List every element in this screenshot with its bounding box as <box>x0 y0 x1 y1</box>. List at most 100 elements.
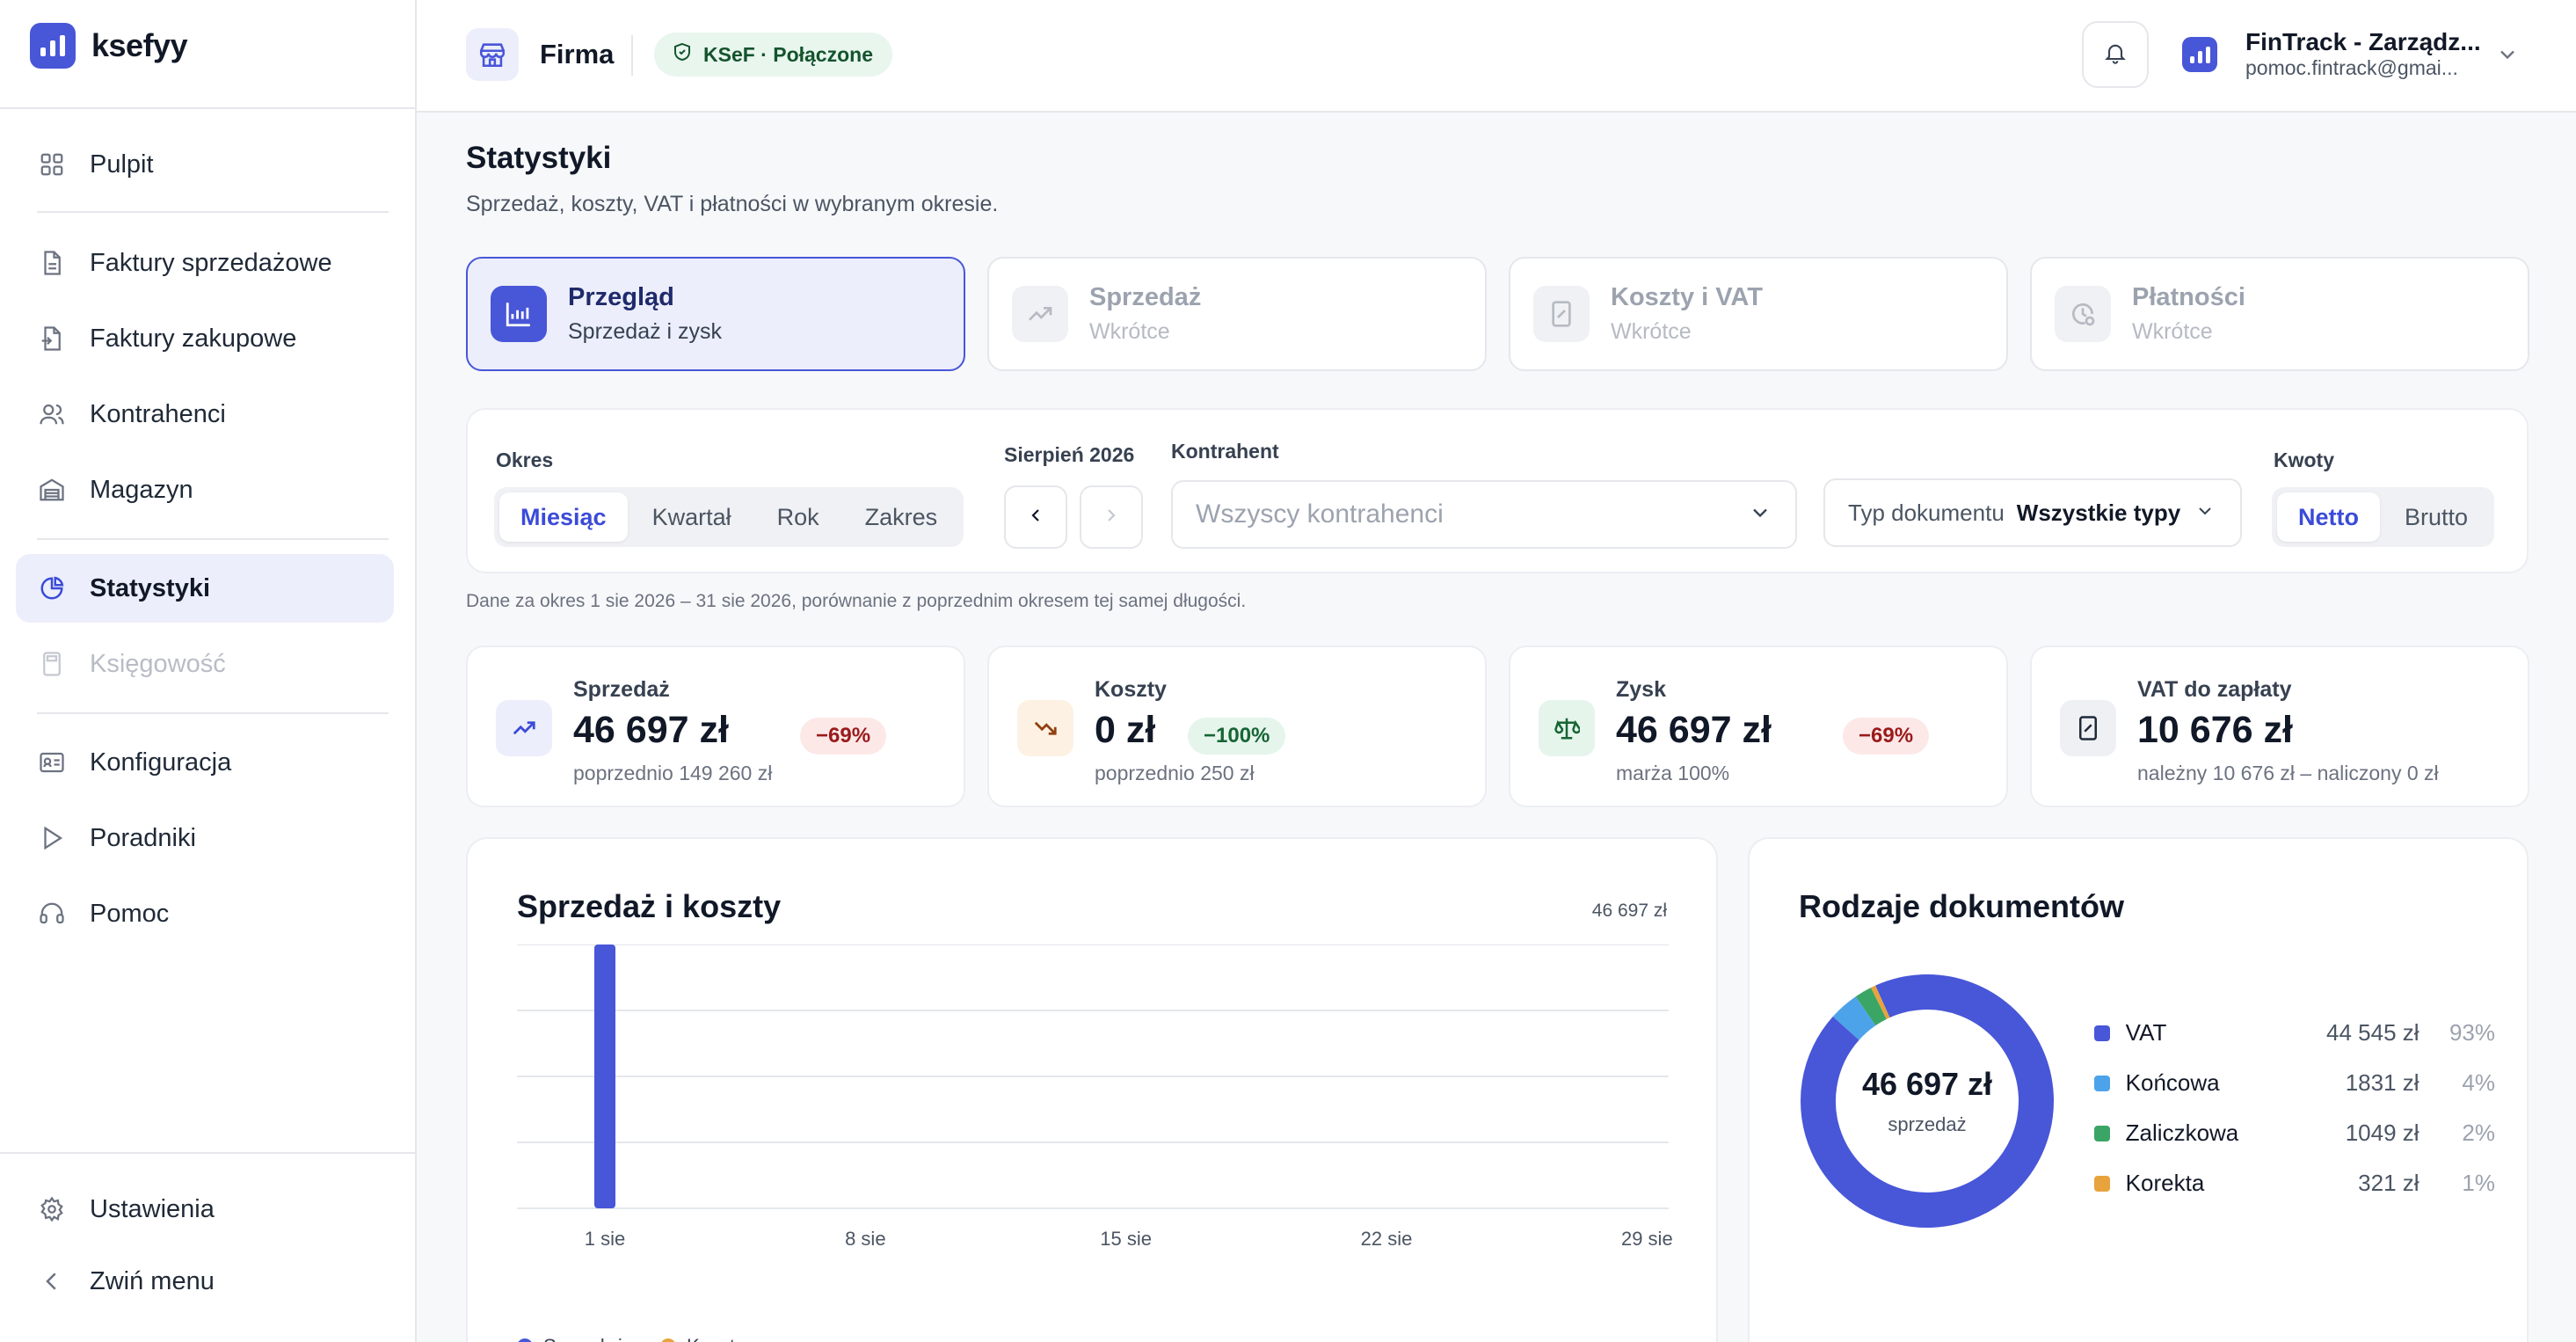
contractor-select-value: Wszyscy kontrahenci <box>1196 500 1444 529</box>
chevron-down-icon <box>2194 500 2216 526</box>
play-icon <box>37 823 67 853</box>
nav-divider <box>37 538 389 540</box>
doc-type-name: VAT <box>2125 1019 2167 1046</box>
org-logo-icon[interactable] <box>2182 37 2217 72</box>
sidebar-item-ksiegowosc: Księgowość <box>16 630 394 698</box>
list-item: VAT 44 545 zł 93% <box>2094 1008 2495 1058</box>
sidebar-item-pomoc[interactable]: Pomoc <box>16 879 394 948</box>
tab-label: Sprzedaż <box>1089 283 1202 311</box>
period-option-kwartal[interactable]: Kwartał <box>631 492 753 542</box>
x-tick-label: 22 sie <box>1361 1228 1413 1250</box>
sidebar-item-poradniki[interactable]: Poradniki <box>16 804 394 872</box>
sidebar-divider <box>0 107 415 109</box>
chevron-left-icon <box>1025 505 1046 530</box>
sidebar-item-label: Poradniki <box>90 823 196 852</box>
tab-platnosci[interactable]: Płatności Wkrótce <box>2030 257 2529 371</box>
contractor-select[interactable]: Wszyscy kontrahenci <box>1171 480 1797 549</box>
sidebar-item-label: Pulpit <box>90 150 154 179</box>
sidebar-item-kontrahenci[interactable]: Kontrahenci <box>16 380 394 449</box>
store-icon[interactable] <box>466 28 519 81</box>
donut-center-value: 46 697 zł <box>1861 1066 1993 1102</box>
doc-type-value: 1049 zł <box>2345 1120 2420 1146</box>
sidebar-divider <box>0 1152 415 1154</box>
sidebar-item-magazyn[interactable]: Magazyn <box>16 456 394 524</box>
document-type-select[interactable]: Typ dokumentu Wszystkie typy <box>1823 478 2242 547</box>
sidebar-item-konfiguracja[interactable]: Konfiguracja <box>16 728 394 797</box>
tab-sublabel: Wkrótce <box>1611 319 1692 344</box>
x-tick-label: 15 sie <box>1100 1228 1152 1250</box>
receipt-percent-icon <box>1533 286 1590 342</box>
app-name: ksefyy <box>91 27 188 63</box>
kpi-card-vat: VAT do zapłaty 10 676 zł należny 10 676 … <box>2030 645 2529 807</box>
sidebar-item-pulpit[interactable]: Pulpit <box>16 130 394 199</box>
sales-costs-bar-chart: 1 sie 8 sie 15 sie 22 sie 29 sie <box>517 945 1673 1250</box>
kpi-card-zysk: Zysk 46 697 zł −69% marża 100% <box>1509 645 2008 807</box>
legend-item-sales: Sprzedaż <box>517 1335 625 1342</box>
id-card-icon <box>37 748 67 777</box>
doc-type-value: 44 545 zł <box>2326 1019 2420 1046</box>
period-option-zakres[interactable]: Zakres <box>844 492 959 542</box>
kpi-value: 46 697 zł <box>1616 709 1772 751</box>
ksef-status-badge: KSeF · Połączone <box>654 33 892 77</box>
tab-koszty-i-vat[interactable]: Koszty i VAT Wkrótce <box>1509 257 2008 371</box>
period-segmented-control: Miesiąc Kwartał Rok Zakres <box>494 487 964 547</box>
doc-type-percent: 93% <box>2449 1019 2495 1046</box>
amounts-option-brutto[interactable]: Brutto <box>2383 492 2489 542</box>
bar-sprzedaż[interactable] <box>594 945 615 1208</box>
amounts-option-netto[interactable]: Netto <box>2277 492 2380 542</box>
chevron-down-icon[interactable] <box>2495 42 2520 71</box>
contractor-label: Kontrahent <box>1171 440 1279 463</box>
settings-button[interactable]: Ustawienia <box>16 1175 394 1244</box>
chart-icon <box>491 286 547 342</box>
collapse-menu-button[interactable]: Zwiń menu <box>16 1247 394 1316</box>
chart-total: 46 697 zł <box>1591 901 1667 921</box>
sidebar-item-label: Pomoc <box>90 899 170 928</box>
next-period-button[interactable] <box>1080 485 1143 549</box>
tab-label: Koszty i VAT <box>1611 283 1763 311</box>
amounts-segmented-control: Netto Brutto <box>2272 487 2495 547</box>
sidebar-item-faktury-sprzedazowe[interactable]: Faktury sprzedażowe <box>16 229 394 297</box>
chart-title: Sprzedaż i koszty <box>517 888 782 924</box>
kpi-change-badge: −69% <box>800 718 887 755</box>
nav-divider <box>37 211 389 213</box>
prev-period-button[interactable] <box>1004 485 1067 549</box>
kpi-value: 0 zł <box>1095 709 1156 751</box>
bell-icon <box>2103 40 2128 69</box>
document-icon <box>37 248 67 278</box>
scale-icon <box>1539 700 1595 756</box>
tab-label: Płatności <box>2132 283 2245 311</box>
sidebar-item-label: Magazyn <box>90 475 193 504</box>
legend-swatch <box>2094 1175 2110 1192</box>
amounts-label: Kwoty <box>2274 449 2334 471</box>
kpi-subtext: poprzednio 250 zł <box>1095 762 1255 784</box>
tab-przeglad[interactable]: Przegląd Sprzedaż i zysk <box>466 257 965 371</box>
settings-label: Ustawienia <box>90 1194 215 1223</box>
period-option-rok[interactable]: Rok <box>756 492 840 542</box>
kpi-subtext: należny 10 676 zł – naliczony 0 zł <box>2137 762 2439 784</box>
x-tick-label: 8 sie <box>845 1228 885 1250</box>
org-name[interactable]: FinTrack - Zarządz... <box>2245 28 2481 56</box>
notifications-button[interactable] <box>2082 21 2149 88</box>
legend-item-costs: Koszty <box>659 1335 745 1342</box>
sidebar-item-statystyki[interactable]: Statystyki <box>16 554 394 623</box>
period-option-miesiac[interactable]: Miesiąc <box>499 492 628 542</box>
app-logo[interactable]: ksefyy <box>30 23 188 69</box>
grid-icon <box>37 150 67 179</box>
chevron-left-icon <box>37 1266 67 1296</box>
sidebar-item-label: Kontrahenci <box>90 399 226 428</box>
doc-type-name: Końcowa <box>2125 1069 2220 1096</box>
donut-title: Rodzaje dokumentów <box>1799 888 2125 924</box>
kpi-value: 10 676 zł <box>2137 709 2293 751</box>
month-label: Sierpień 2026 <box>1004 443 1135 466</box>
firm-label[interactable]: Firma <box>540 39 614 70</box>
legend-swatch <box>2094 1025 2110 1041</box>
clock-money-icon <box>2055 286 2111 342</box>
legend-swatch <box>2094 1075 2110 1091</box>
kpi-value: 46 697 zł <box>573 709 729 751</box>
sidebar-item-faktury-zakupowe[interactable]: Faktury zakupowe <box>16 304 394 373</box>
tab-sprzedaz[interactable]: Sprzedaż Wkrótce <box>987 257 1487 371</box>
nav-divider <box>37 712 389 714</box>
x-tick-label: 1 sie <box>585 1228 625 1250</box>
main-content: Statystyki Sprzedaż, koszty, VAT i płatn… <box>417 113 2576 1342</box>
sidebar: ksefyy Pulpit Faktury sprzedażowe Faktur… <box>0 0 417 1342</box>
